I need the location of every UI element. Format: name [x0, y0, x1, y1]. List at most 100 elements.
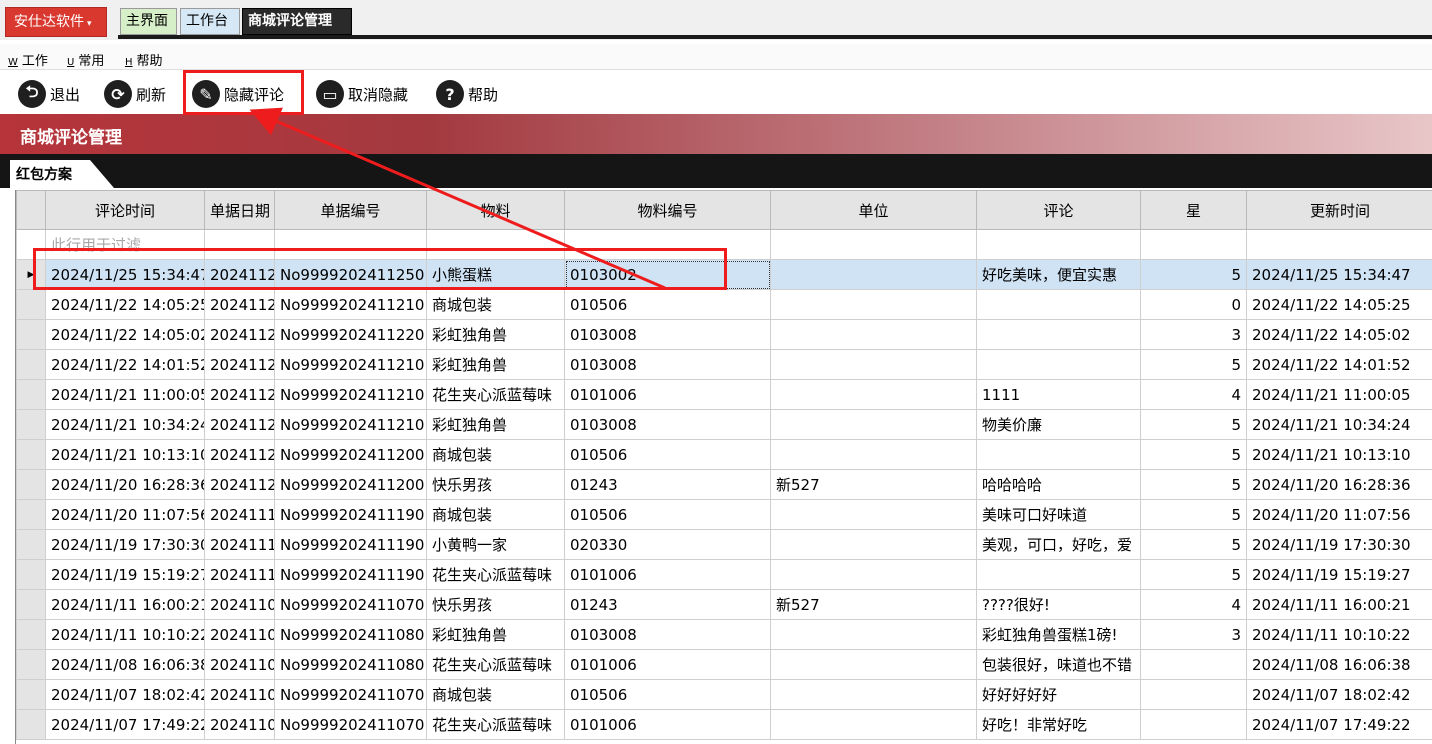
- comment-time-cell[interactable]: 2024/11/19 17:30:30: [45, 529, 205, 560]
- material-cell[interactable]: 小黄鸭一家: [426, 529, 565, 560]
- star-cell[interactable]: [1140, 709, 1247, 740]
- material-code-cell[interactable]: 0101006: [564, 379, 771, 410]
- doc-number-cell[interactable]: No99992024112101: [274, 289, 427, 320]
- unit-cell[interactable]: 新527: [770, 469, 977, 500]
- star-cell[interactable]: 5: [1140, 559, 1247, 590]
- comment-time-cell[interactable]: 2024/11/19 15:19:27: [45, 559, 205, 590]
- material-cell[interactable]: 商城包装: [426, 679, 565, 710]
- doc-number-cell[interactable]: No99992024111901: [274, 559, 427, 590]
- comment-time-cell[interactable]: 2024/11/22 14:05:25: [45, 289, 205, 320]
- update-time-cell[interactable]: 2024/11/21 11:00:05: [1246, 379, 1432, 410]
- update-time-cell[interactable]: 2024/11/22 14:01:52: [1246, 349, 1432, 380]
- comment-time-cell[interactable]: 2024/11/07 18:02:42: [45, 679, 205, 710]
- comment-cell[interactable]: 包装很好，味道也不错: [976, 649, 1141, 680]
- doc-number-cell[interactable]: No99992024112101: [274, 379, 427, 410]
- doc-number-cell[interactable]: No99992024112201: [274, 319, 427, 350]
- material-cell[interactable]: 快乐男孩: [426, 589, 565, 620]
- material-code-cell[interactable]: 0101006: [564, 649, 771, 680]
- filter-cell[interactable]: [770, 229, 977, 260]
- column-header[interactable]: 评论时间: [45, 190, 205, 230]
- update-time-cell[interactable]: 2024/11/07 17:49:22: [1246, 709, 1432, 740]
- column-header[interactable]: 物料编号: [564, 190, 771, 230]
- star-cell[interactable]: 4: [1140, 589, 1247, 620]
- update-time-cell[interactable]: 2024/11/22 14:05:25: [1246, 289, 1432, 320]
- comment-time-cell[interactable]: 2024/11/08 16:06:38: [45, 649, 205, 680]
- doc-number-cell[interactable]: No99992024112101: [274, 409, 427, 440]
- material-code-cell[interactable]: 0101006: [564, 559, 771, 590]
- doc-date-cell[interactable]: 20241119: [204, 559, 275, 590]
- doc-date-cell[interactable]: 20241108: [204, 649, 275, 680]
- comment-cell[interactable]: [976, 289, 1141, 320]
- comment-time-cell[interactable]: 2024/11/11 10:10:22: [45, 619, 205, 650]
- update-time-cell[interactable]: 2024/11/19 15:19:27: [1246, 559, 1432, 590]
- comment-cell[interactable]: 1111: [976, 379, 1141, 410]
- update-time-cell[interactable]: 2024/11/19 17:30:30: [1246, 529, 1432, 560]
- material-cell[interactable]: 商城包装: [426, 289, 565, 320]
- unit-cell[interactable]: [770, 619, 977, 650]
- row-indicator[interactable]: [16, 289, 46, 320]
- material-code-cell[interactable]: 010506: [564, 679, 771, 710]
- table-row[interactable]: 2024/11/21 10:13:1020241121No99992024112…: [16, 439, 1432, 470]
- update-time-cell[interactable]: 2024/11/20 16:28:36: [1246, 469, 1432, 500]
- unit-cell[interactable]: [770, 529, 977, 560]
- table-row[interactable]: 2024/11/11 10:10:2220241108No99992024110…: [16, 619, 1432, 650]
- star-cell[interactable]: [1140, 649, 1247, 680]
- material-cell[interactable]: 花生夹心派蓝莓味: [426, 709, 565, 740]
- tab-main[interactable]: 主界面: [120, 8, 177, 35]
- doc-date-cell[interactable]: 20241121: [204, 409, 275, 440]
- row-indicator[interactable]: [16, 589, 46, 620]
- menu-common[interactable]: U 常用: [67, 50, 104, 69]
- row-indicator[interactable]: [16, 409, 46, 440]
- star-cell[interactable]: 5: [1140, 349, 1247, 380]
- material-code-cell[interactable]: 0103008: [564, 619, 771, 650]
- star-cell[interactable]: 5: [1140, 499, 1247, 530]
- update-time-cell[interactable]: 2024/11/20 11:07:56: [1246, 499, 1432, 530]
- row-indicator[interactable]: [16, 679, 46, 710]
- row-indicator[interactable]: [16, 319, 46, 350]
- comment-cell[interactable]: 好吃美味，便宜实惠: [976, 259, 1141, 290]
- doc-date-cell[interactable]: 20241121: [204, 439, 275, 470]
- doc-date-cell[interactable]: 20241119: [204, 499, 275, 530]
- doc-number-cell[interactable]: No99992024112101: [274, 349, 427, 380]
- exit-button[interactable]: ⮌ 退出: [18, 80, 80, 108]
- update-time-cell[interactable]: 2024/11/22 14:05:02: [1246, 319, 1432, 350]
- star-cell[interactable]: 5: [1140, 259, 1247, 290]
- star-cell[interactable]: 4: [1140, 379, 1247, 410]
- comment-time-cell[interactable]: 2024/11/11 16:00:21: [45, 589, 205, 620]
- doc-date-cell[interactable]: 20241122: [204, 289, 275, 320]
- star-cell[interactable]: 5: [1140, 409, 1247, 440]
- material-code-cell[interactable]: 020330: [564, 529, 771, 560]
- comment-cell[interactable]: [976, 439, 1141, 470]
- comment-cell[interactable]: 美观，可口，好吃，爱: [976, 529, 1141, 560]
- update-time-cell[interactable]: 2024/11/21 10:13:10: [1246, 439, 1432, 470]
- material-cell[interactable]: 彩虹独角兽: [426, 409, 565, 440]
- material-code-cell[interactable]: 0103008: [564, 349, 771, 380]
- column-header[interactable]: 更新时间: [1246, 190, 1432, 230]
- star-cell[interactable]: [1140, 679, 1247, 710]
- doc-date-cell[interactable]: 20241107: [204, 709, 275, 740]
- comment-time-cell[interactable]: 2024/11/07 17:49:22: [45, 709, 205, 740]
- comment-time-cell[interactable]: 2024/11/22 14:01:52: [45, 349, 205, 380]
- table-row[interactable]: 2024/11/19 15:19:2720241119No99992024111…: [16, 559, 1432, 590]
- comment-time-cell[interactable]: 2024/11/21 11:00:05: [45, 379, 205, 410]
- unit-cell[interactable]: [770, 499, 977, 530]
- material-code-cell[interactable]: 0103008: [564, 319, 771, 350]
- unit-cell[interactable]: [770, 289, 977, 320]
- comment-time-cell[interactable]: 2024/11/20 16:28:36: [45, 469, 205, 500]
- doc-date-cell[interactable]: 20241108: [204, 619, 275, 650]
- doc-number-cell[interactable]: No99992024110801: [274, 619, 427, 650]
- doc-date-cell[interactable]: 20241121: [204, 379, 275, 410]
- doc-number-cell[interactable]: No99992024112001: [274, 469, 427, 500]
- unit-cell[interactable]: [770, 409, 977, 440]
- table-row[interactable]: 2024/11/20 16:28:3620241120No99992024112…: [16, 469, 1432, 500]
- row-indicator[interactable]: [16, 709, 46, 740]
- tab-comment-management[interactable]: 商城评论管理: [242, 8, 352, 35]
- table-row[interactable]: 2024/11/22 14:05:2520241122No99992024112…: [16, 289, 1432, 320]
- comment-cell[interactable]: 好好好好好: [976, 679, 1141, 710]
- row-indicator[interactable]: [16, 559, 46, 590]
- comment-time-cell[interactable]: 2024/11/22 14:05:02: [45, 319, 205, 350]
- material-cell[interactable]: 商城包装: [426, 499, 565, 530]
- material-cell[interactable]: 彩虹独角兽: [426, 349, 565, 380]
- table-row[interactable]: 2024/11/22 14:01:5220241122No99992024112…: [16, 349, 1432, 380]
- update-time-cell[interactable]: 2024/11/11 10:10:22: [1246, 619, 1432, 650]
